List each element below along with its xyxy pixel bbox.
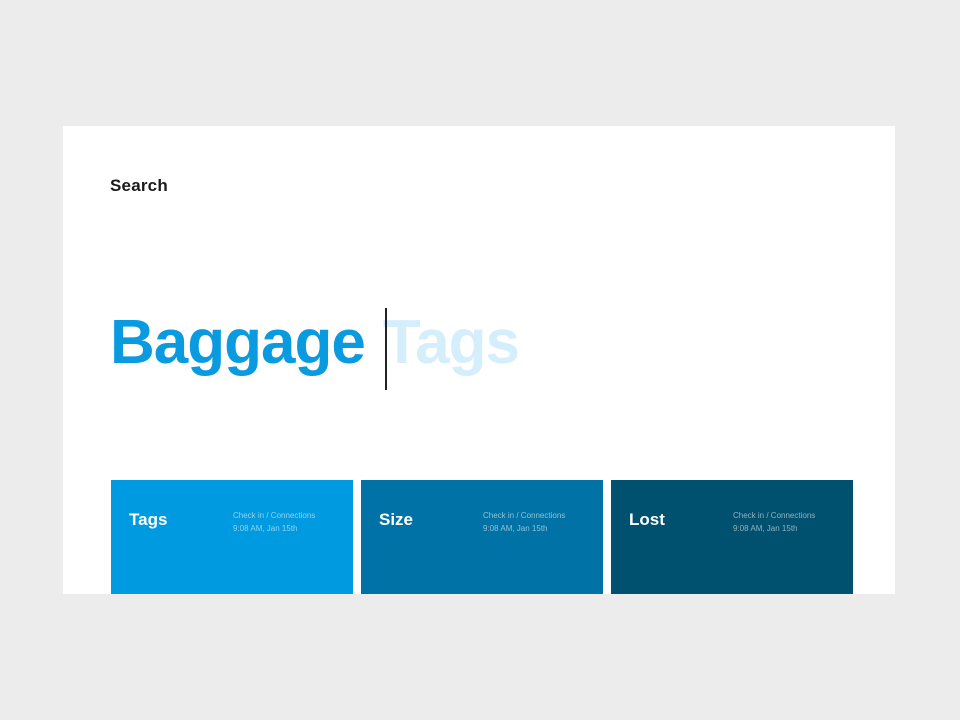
result-title: Size [379,510,414,529]
result-title: Tags [129,510,168,529]
search-panel: Search Baggage Tags Tags Check in / Conn… [63,126,895,594]
result-title: Lost [629,510,665,529]
search-query-text: Baggage [110,308,366,377]
result-meta: Check in / Connections 9:08 AM, Jan 15th [733,509,815,535]
search-input[interactable]: Baggage Tags [110,298,520,390]
result-category: Check in / Connections [733,511,816,520]
result-timestamp: 9:08 AM, Jan 15th [233,524,298,533]
result-tile-size[interactable]: Size Check in / Connections 9:08 AM, Jan… [361,480,603,594]
result-category: Check in / Connections [483,511,566,520]
result-timestamp: 9:08 AM, Jan 15th [733,524,798,533]
result-timestamp: 9:08 AM, Jan 15th [483,524,548,533]
search-autocomplete-suggestion[interactable]: Tags [383,312,520,374]
result-tile-tags[interactable]: Tags Check in / Connections 9:08 AM, Jan… [111,480,353,594]
search-results: Tags Check in / Connections 9:08 AM, Jan… [111,480,853,594]
result-category: Check in / Connections [233,511,316,520]
result-tile-lost[interactable]: Lost Check in / Connections 9:08 AM, Jan… [611,480,853,594]
result-meta: Check in / Connections 9:08 AM, Jan 15th [483,509,565,535]
search-heading: Search [110,176,168,195]
text-cursor [384,308,387,390]
result-meta: Check in / Connections 9:08 AM, Jan 15th [233,509,315,535]
